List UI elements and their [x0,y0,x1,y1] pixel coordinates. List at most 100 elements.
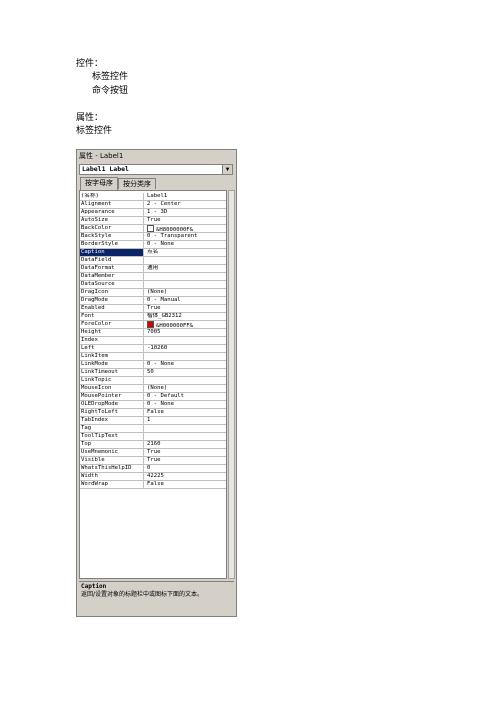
property-value[interactable] [145,273,226,280]
property-row[interactable]: ForeColor &H000000FF& [80,321,226,329]
property-value[interactable] [145,353,226,360]
property-row[interactable]: MousePointer 0 - Default [80,393,226,401]
property-value-text: 1 - 3D [147,209,168,215]
tab-categorized[interactable]: 按分类序 [118,178,156,189]
description-panel: Caption 返回/设置对象的标题栏中或图标下面的文本。 [79,581,234,615]
property-name: MousePointer [80,393,144,400]
property-value[interactable]: 50 [145,369,226,376]
property-value-text: 0 - None [147,241,174,247]
property-value[interactable]: 0 - Default [145,393,226,400]
property-row[interactable]: DataSource [80,281,226,289]
property-value[interactable]: True [145,449,226,456]
property-row[interactable]: BackColor &H8000000F& [80,225,226,233]
property-row[interactable]: WhatsThisHelpID 0 [80,465,226,473]
property-row[interactable]: (名称) Label1 [80,193,226,201]
property-value[interactable]: 点名 [145,249,226,256]
property-row[interactable]: UseMnemonic True [80,449,226,457]
property-name: LinkTimeout [80,369,144,376]
property-value[interactable]: 0 - None [145,241,226,248]
vertical-scrollbar[interactable] [228,190,235,579]
property-value[interactable]: 1 - 3D [145,209,226,216]
property-row[interactable]: Appearance 1 - 3D [80,209,226,217]
property-value-text: True [147,217,161,223]
property-row[interactable]: DataFormat 通用 [80,265,226,273]
property-row[interactable]: LinkTopic [80,377,226,385]
property-value[interactable] [145,281,226,288]
property-value[interactable]: (None) [145,385,226,392]
property-value[interactable] [145,425,226,432]
property-value[interactable]: False [145,409,226,416]
property-row[interactable]: WordWrap False [80,481,226,489]
property-row[interactable]: BorderStyle 0 - None [80,241,226,249]
property-value[interactable]: 0 [145,465,226,472]
property-name: Tag [80,425,144,432]
property-value[interactable]: 0 - Manual [145,297,226,304]
property-value[interactable]: False [145,481,226,488]
property-value[interactable]: 2 - Center [145,201,226,208]
property-row[interactable]: MouseIcon (None) [80,385,226,393]
property-row[interactable]: Alignment 2 - Center [80,201,226,209]
property-value[interactable]: 通用 [145,265,226,272]
property-row[interactable]: DataField [80,257,226,265]
property-value[interactable] [145,337,226,344]
property-value[interactable]: &H8000000F& [145,225,226,232]
tab-alphabetic[interactable]: 按字母序 [80,177,118,190]
property-row[interactable]: Caption 点名 [80,249,226,257]
property-value-text: (None) [147,385,168,391]
property-value-text: 42225 [147,473,164,479]
property-value[interactable]: 1 [145,417,226,424]
property-value[interactable]: True [145,305,226,312]
property-row[interactable]: Left -10260 [80,345,226,353]
property-row[interactable]: Index [80,337,226,345]
property-value[interactable]: 0 - None [145,361,226,368]
property-row[interactable]: LinkItem [80,353,226,361]
property-name: ForeColor [80,321,144,328]
property-row[interactable]: Top 2160 [80,441,226,449]
property-row[interactable]: Enabled True [80,305,226,313]
property-value[interactable]: Label1 [145,193,226,200]
property-row[interactable]: ToolTipText [80,433,226,441]
property-value-text: 通用 [147,265,159,271]
property-name: DataFormat [80,265,144,272]
property-row[interactable]: RightToLeft False [80,409,226,417]
property-value[interactable]: 2160 [145,441,226,448]
property-row[interactable]: Height 7005 [80,329,226,337]
property-value[interactable]: 0 - Transparent [145,233,226,240]
property-row[interactable]: LinkMode 0 - None [80,361,226,369]
property-row[interactable]: DragMode 0 - Manual [80,297,226,305]
property-name: WordWrap [80,481,144,488]
property-value[interactable]: 楷体_GB2312 [145,313,226,320]
property-row[interactable]: LinkTimeout 50 [80,369,226,377]
property-value[interactable]: True [145,457,226,464]
property-row[interactable]: Visible True [80,457,226,465]
color-swatch-icon [147,321,154,328]
property-value[interactable]: (None) [145,289,226,296]
property-value[interactable]: -10260 [145,345,226,352]
property-value-text: 0 [147,465,151,471]
property-row[interactable]: Width 42225 [80,473,226,481]
property-value-text: Label1 [147,193,168,199]
property-value[interactable] [145,433,226,440]
property-row[interactable]: DataMember [80,273,226,281]
property-value-text: 7005 [147,329,161,335]
property-value[interactable]: 0 - None [145,401,226,408]
doc-item-label-control: 标签控件 [92,72,129,82]
property-row[interactable]: Font 楷体_GB2312 [80,313,226,321]
property-value[interactable]: True [145,217,226,224]
property-value-text: 0 - Manual [147,297,181,303]
property-value[interactable] [145,257,226,264]
property-row[interactable]: DragIcon (None) [80,289,226,297]
property-value[interactable]: 7005 [145,329,226,336]
property-row[interactable]: OLEDropMode 0 - None [80,401,226,409]
chevron-down-icon[interactable]: ▼ [222,165,232,174]
property-row[interactable]: TabIndex 1 [80,417,226,425]
property-value[interactable]: 42225 [145,473,226,480]
object-dropdown[interactable]: Label1 Label ▼ [79,164,233,175]
property-name: Width [80,473,144,480]
property-value[interactable] [145,377,226,384]
property-row[interactable]: Tag [80,425,226,433]
property-row[interactable]: AutoSize True [80,217,226,225]
property-row[interactable]: BackStyle 0 - Transparent [80,233,226,241]
property-name: DragIcon [80,289,144,296]
property-value[interactable]: &H000000FF& [145,321,226,328]
